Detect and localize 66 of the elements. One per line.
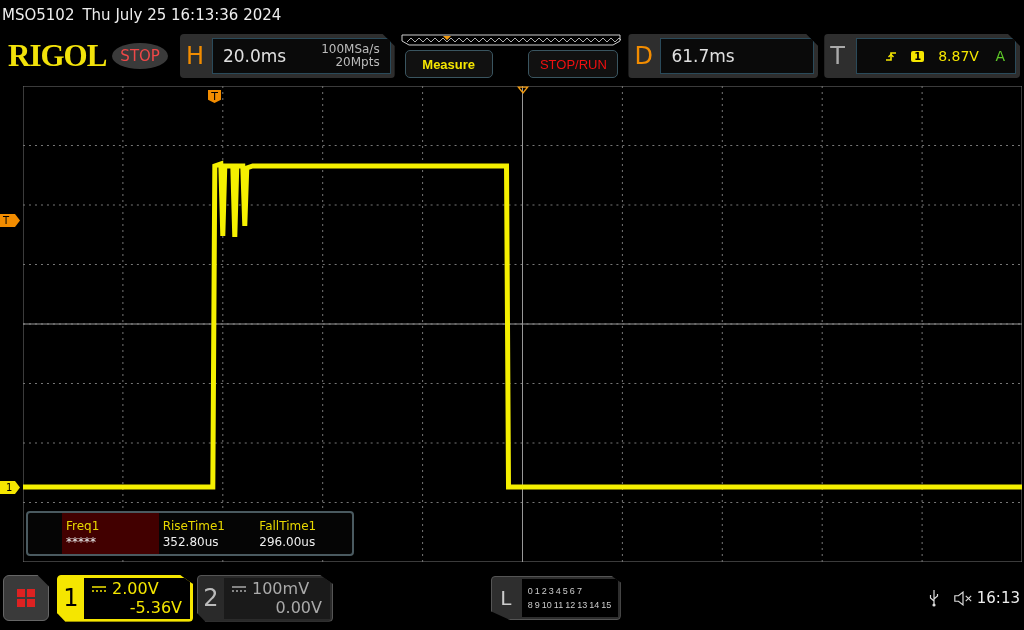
channel-offset: -5.36V	[129, 598, 182, 617]
logic-channel-number: 9	[534, 600, 540, 610]
measurement-value: 352.80us	[162, 534, 220, 549]
logic-channel-number: 15	[601, 600, 612, 610]
logic-channel-number: 10	[541, 600, 552, 610]
logic-channel-number: 7	[576, 586, 582, 596]
logo: RIGOL	[8, 38, 107, 74]
logic-channel-number: 8	[527, 600, 533, 610]
speaker-muted-icon	[952, 590, 973, 606]
trigger-level: 8.87V	[938, 48, 979, 64]
channel-scale: 2.00V	[112, 579, 159, 598]
logic-channel-number: 1	[534, 586, 540, 596]
measurement-item[interactable]: Freq1 *****	[62, 513, 159, 554]
model-name: MSO5102	[2, 6, 75, 24]
panel-letter: T	[830, 42, 846, 70]
logic-channel-number: 2	[541, 586, 547, 596]
grid-squares-icon	[16, 588, 36, 608]
channel-panel[interactable]: 2 100mV 0.00V	[197, 574, 333, 622]
run-state-badge: STOP	[112, 43, 168, 69]
logic-channel-number: 4	[555, 586, 561, 596]
measurement-value: *****	[66, 534, 97, 549]
channel-marker[interactable]: 1	[0, 481, 20, 494]
channel-number: 1	[62, 584, 80, 612]
trigger-mode: A	[995, 48, 1005, 64]
logic-channel-number: 5	[562, 586, 568, 596]
logic-channel-number: 14	[589, 600, 600, 610]
measurement-name: RiseTime1	[162, 518, 226, 533]
panel-letter: D	[634, 42, 654, 70]
logic-channel-number: 0	[527, 586, 533, 596]
rising-edge-icon	[885, 50, 898, 62]
stop-run-button[interactable]: STOP/RUN	[528, 50, 619, 78]
sample-rate: 100MSa/s	[321, 43, 380, 56]
panel-letter: H	[185, 42, 205, 70]
timebase-value: 20.0ms	[222, 46, 288, 66]
logic-channel-number: 6	[569, 586, 575, 596]
logic-channel-number: 13	[577, 600, 588, 610]
usb-icon	[928, 589, 939, 607]
trigger-source-badge: 1	[911, 50, 925, 62]
panel-letter: L	[499, 586, 513, 610]
channel-offset: 0.00V	[275, 598, 322, 617]
memory-depth: 20Mpts	[335, 56, 380, 69]
trigger-level-marker[interactable]: T	[0, 214, 20, 227]
measure-button[interactable]: Measure	[404, 50, 493, 78]
dc-coupling-icon	[232, 585, 246, 592]
clock: 16:13	[976, 589, 1020, 607]
dc-coupling-icon	[92, 585, 106, 592]
menu-button[interactable]	[3, 575, 49, 621]
channel-panel[interactable]: 1 2.00V -5.36V	[57, 574, 193, 622]
measurement-item[interactable]: FallTime1 296.00us	[255, 513, 352, 554]
logic-channel-number: 3	[548, 586, 554, 596]
date-time: Thu July 25 16:13:36 2024	[82, 6, 282, 24]
center-marker-icon	[517, 86, 529, 94]
measurement-name: Freq1	[66, 518, 101, 533]
measurement-item[interactable]: RiseTime1 352.80us	[158, 513, 256, 554]
logic-channel-number: 12	[565, 600, 576, 610]
measurement-value: 296.00us	[259, 534, 317, 549]
measurement-name: FallTime1	[259, 518, 318, 533]
logic-panel[interactable]: L 0 1 2 3 4 5 6 7 8 9 10 11 12 13 14 15	[490, 576, 621, 620]
delay-panel[interactable]: D 61.7ms	[628, 34, 819, 78]
delay-value: 61.7ms	[671, 46, 736, 66]
channel-number: 2	[202, 584, 220, 612]
trigger-position-marker[interactable]: T	[208, 90, 221, 103]
trigger-panel[interactable]: T 1 8.87V A	[824, 34, 1020, 78]
logic-channel-number: 11	[553, 600, 564, 610]
channel-scale: 100mV	[252, 579, 310, 598]
horizontal-panel[interactable]: H 20.0ms 100MSa/s 20Mpts	[179, 34, 395, 78]
